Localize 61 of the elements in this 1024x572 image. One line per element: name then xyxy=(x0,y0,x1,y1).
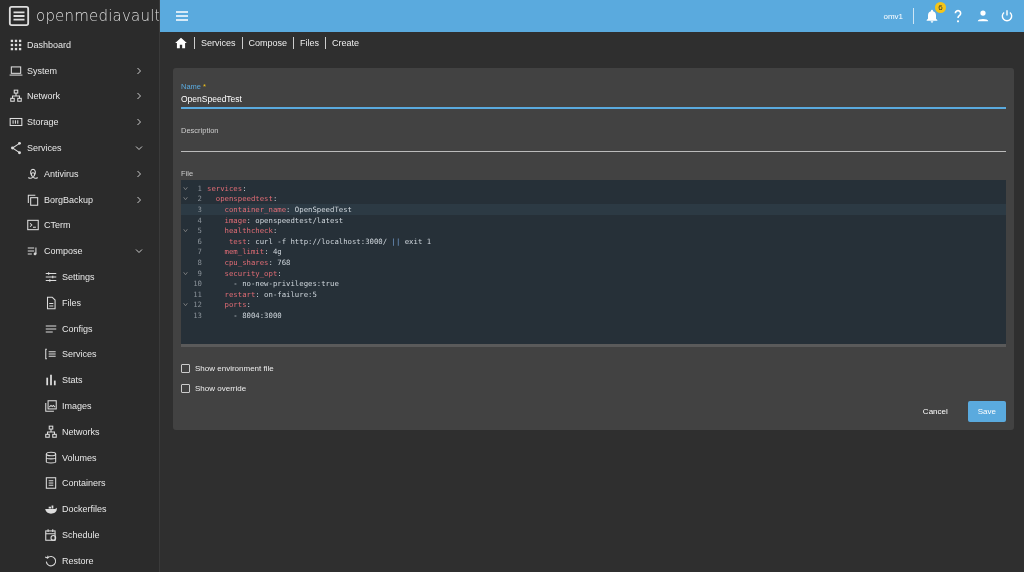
nav-item[interactable]: Storage xyxy=(0,109,159,136)
nav-item[interactable]: Configs xyxy=(0,315,159,342)
nav-item[interactable]: Services xyxy=(0,341,159,368)
laptop-icon xyxy=(9,63,23,78)
breadcrumb-link[interactable]: Compose xyxy=(248,38,288,48)
fold-icon[interactable] xyxy=(183,185,188,191)
fold-icon[interactable] xyxy=(183,228,188,234)
nav-item[interactable]: Dashboard xyxy=(0,32,159,58)
cancel-button[interactable]: Cancel xyxy=(912,401,958,422)
nav-item[interactable]: System xyxy=(0,57,159,84)
server-icon xyxy=(8,5,30,27)
share-icon xyxy=(9,141,23,156)
nav-item[interactable]: Settings xyxy=(0,264,159,290)
sliders-icon xyxy=(44,270,58,285)
checkbox[interactable] xyxy=(181,364,190,373)
breadcrumb-link[interactable]: Services xyxy=(201,38,236,48)
copy-icon xyxy=(26,192,40,207)
power-icon[interactable] xyxy=(1000,9,1014,23)
network-icon xyxy=(9,89,23,104)
bracket-list-icon xyxy=(44,347,58,362)
hostname: omv1 xyxy=(883,11,903,21)
nav-item[interactable]: Network xyxy=(0,83,159,110)
restore-icon xyxy=(44,553,58,568)
database-icon xyxy=(44,450,58,465)
checkbox-label: Show environment file xyxy=(195,364,274,373)
table-icon xyxy=(44,476,58,491)
breadcrumb-link[interactable]: Files xyxy=(300,38,320,48)
nav-item[interactable]: Restore xyxy=(0,547,159,572)
images-icon xyxy=(44,399,58,414)
nav-item[interactable]: Containers xyxy=(0,470,159,497)
calendar-clock-icon xyxy=(44,528,58,543)
home-icon[interactable] xyxy=(174,36,188,50)
terminal-icon xyxy=(26,218,40,233)
nav-item[interactable]: BorgBackup xyxy=(0,186,159,213)
grid-icon xyxy=(9,37,23,52)
nav-item[interactable]: Services xyxy=(0,135,159,161)
nav-item[interactable]: Networks xyxy=(0,418,159,445)
nav-item[interactable]: Volumes xyxy=(0,444,159,471)
fold-icon[interactable] xyxy=(183,196,188,202)
checkbox[interactable] xyxy=(181,384,190,393)
user-icon[interactable] xyxy=(976,9,990,23)
notification-badge: 6 xyxy=(935,2,946,13)
nav-item[interactable]: Files xyxy=(0,289,159,316)
nav-item[interactable]: CTerm xyxy=(0,212,159,239)
code-editor[interactable] xyxy=(181,180,1006,347)
nav-item[interactable]: Compose xyxy=(0,238,159,265)
nav-item[interactable]: Dockerfiles xyxy=(0,496,159,523)
checkbox-label: Show override xyxy=(195,384,247,393)
menu-icon[interactable] xyxy=(174,8,190,24)
fold-icon[interactable] xyxy=(183,302,188,308)
fold-icon[interactable] xyxy=(183,270,188,276)
breadcrumb-link[interactable]: Create xyxy=(332,38,360,48)
nav-item[interactable]: Schedule xyxy=(0,522,159,548)
network-icon xyxy=(44,424,58,439)
app-title: openmediavault xyxy=(36,7,159,25)
bar-chart-icon xyxy=(44,373,58,388)
nav-item[interactable]: Antivirus xyxy=(0,161,159,187)
nav-item[interactable]: Images xyxy=(0,393,159,419)
file-icon xyxy=(44,295,58,310)
nav-item[interactable]: Stats xyxy=(0,367,159,394)
bell-icon[interactable] xyxy=(924,8,940,24)
